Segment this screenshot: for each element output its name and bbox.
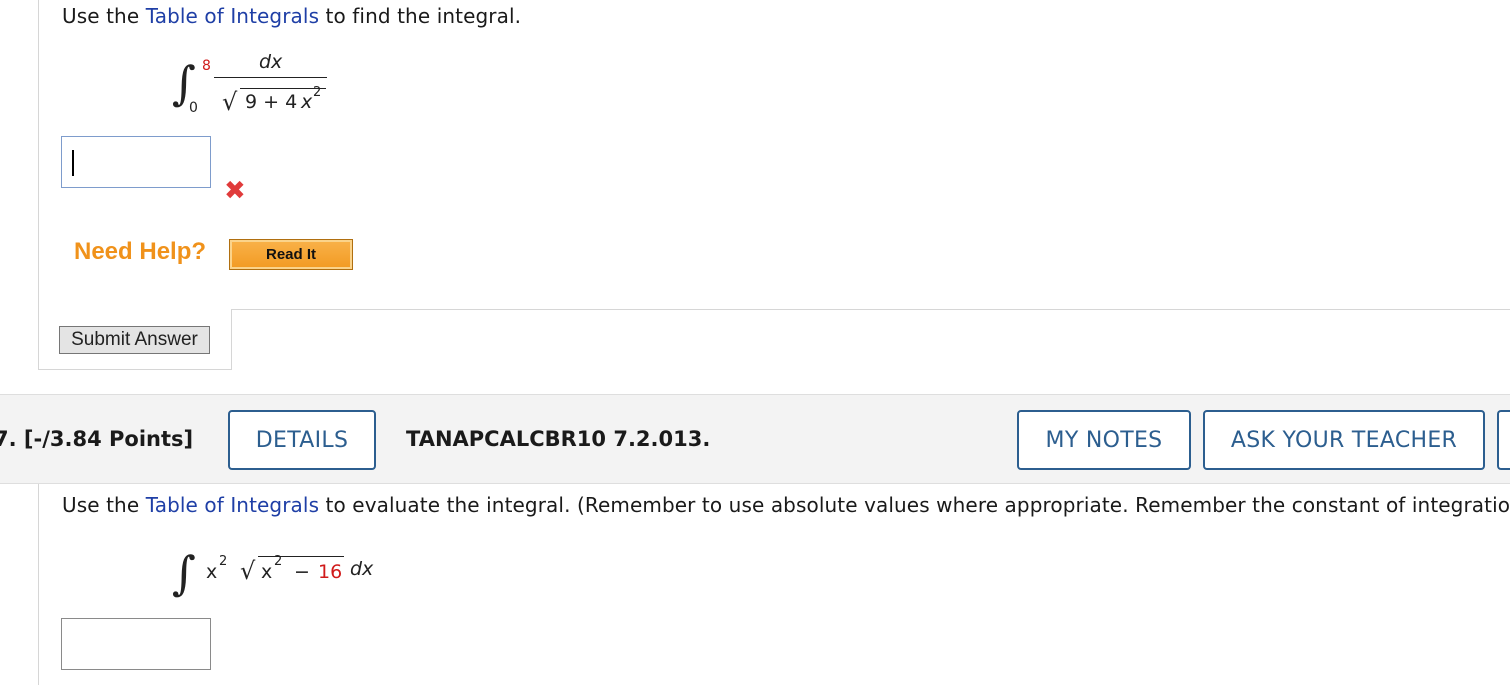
integral-sign: ∫	[172, 546, 196, 600]
panel-border-top	[231, 309, 1510, 310]
text-cursor	[72, 150, 74, 176]
radicand-exponent: 2	[274, 554, 283, 569]
prompt-text: Use the	[62, 4, 146, 28]
next-action-button[interactable]	[1497, 410, 1510, 470]
question-number-points: 7. [-/3.84 Points]	[0, 427, 194, 451]
fraction-bar	[214, 77, 327, 78]
integrand-variable: x	[206, 561, 218, 583]
x-mark-icon: ✖	[224, 176, 246, 206]
details-button[interactable]: DETAILS	[228, 410, 376, 470]
radicand-variable: x	[261, 561, 273, 583]
problem-6-prompt: Use the Table of Integrals to find the i…	[62, 4, 521, 28]
my-notes-button[interactable]: MY NOTES	[1017, 410, 1191, 470]
answer-input-problem-7[interactable]	[61, 618, 211, 670]
question-code: TANAPCALCBR10 7.2.013.	[406, 427, 711, 451]
ask-your-teacher-button[interactable]: ASK YOUR TEACHER	[1203, 410, 1485, 470]
prompt-text: to evaluate the integral. (Remember to u…	[319, 493, 1510, 517]
radical-icon: √	[222, 88, 238, 116]
radical-icon: √	[240, 557, 256, 585]
numerator: dx	[259, 51, 283, 73]
radicand-constant: 16	[318, 561, 343, 583]
panel-border-left-lower	[38, 484, 39, 685]
need-help-label: Need Help?	[74, 238, 207, 265]
prompt-text: Use the	[62, 493, 146, 517]
radicand-minus: −	[294, 561, 310, 583]
problem-7-prompt: Use the Table of Integrals to evaluate t…	[62, 493, 1510, 517]
lower-limit: 0	[189, 100, 198, 116]
radical-vinculum	[258, 556, 344, 557]
panel-border-bottom	[38, 369, 232, 370]
read-it-button[interactable]: Read It	[229, 239, 353, 270]
question-7-header: 7. [-/3.84 Points] DETAILS TANAPCALCBR10…	[0, 394, 1510, 484]
table-of-integrals-link[interactable]: Table of Integrals	[146, 493, 319, 517]
upper-limit: 8	[202, 58, 211, 74]
integrand-exponent: 2	[219, 554, 228, 569]
prompt-text: to find the integral.	[319, 4, 522, 28]
submit-answer-button[interactable]: Submit Answer	[59, 326, 210, 354]
radicand-constant: 9 + 4	[245, 91, 298, 113]
panel-border-left	[38, 0, 39, 370]
table-of-integrals-link[interactable]: Table of Integrals	[146, 4, 319, 28]
radicand-variable: x	[301, 91, 313, 113]
panel-border-right	[231, 309, 232, 370]
differential: dx	[350, 558, 374, 580]
radicand-exponent: 2	[313, 85, 322, 100]
answer-input-problem-6[interactable]	[61, 136, 211, 188]
